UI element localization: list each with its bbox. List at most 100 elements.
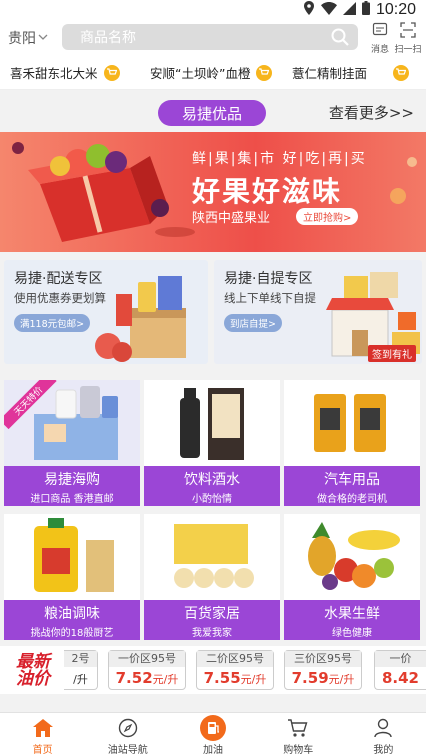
delivery-zone-card[interactable]: 易捷·配送专区 使用优惠券更划算 满118元包邮> <box>4 260 208 364</box>
message-icon <box>366 22 394 42</box>
product-item[interactable]: 薏仁精制挂面 <box>292 63 410 82</box>
tab-station-nav[interactable]: 油站导航 <box>85 713 170 756</box>
zone-tag[interactable]: 满118元包邮> <box>14 314 91 332</box>
tab-label: 加油 <box>203 745 223 756</box>
category-subtitle: 小酌怡情 <box>192 494 232 505</box>
product-name: 薏仁精制挂面 <box>292 66 368 81</box>
category-title: 易捷海购 <box>44 472 100 488</box>
city-selector[interactable]: 贵阳 <box>8 28 60 48</box>
zone-title: 易捷·自提专区 <box>224 271 313 287</box>
signal-icon <box>342 1 356 19</box>
section-header: 易捷优品 查看更多>> <box>0 92 426 132</box>
pickup-zone-card[interactable]: 易捷·自提专区 线上下单线下自提 到店自提> 签到有礼 <box>214 260 422 364</box>
app-header: 贵阳 商品名称 消息 扫一扫 <box>0 20 426 56</box>
product-name: 喜禾甜东北大米 <box>10 66 98 81</box>
tab-label: 购物车 <box>283 745 314 756</box>
tab-home[interactable]: 首页 <box>0 713 85 756</box>
oil-price-header: 2号 <box>64 651 97 667</box>
oil-price-header: 二价区95号 <box>197 651 273 667</box>
message-label: 消息 <box>370 45 389 55</box>
oil-price-value: 8.42 <box>381 669 419 687</box>
oil-price-unit: /升 <box>73 673 88 686</box>
product-strip: 喜禾甜东北大米 安顺“土坝岭”血橙 薏仁精制挂面 <box>0 56 426 90</box>
category-subtitle: 我爱我家 <box>192 628 232 639</box>
delivery-goods-illustration <box>95 276 186 362</box>
motor-oil-illustration <box>314 394 386 452</box>
oil-price-value: 7.55 <box>203 669 241 687</box>
compass-icon <box>85 715 170 741</box>
oil-price-card[interactable]: 三价区95号 7.59元/升 <box>284 650 362 690</box>
liquor-illustration <box>180 388 244 460</box>
category-bar: 百货家居 我爱我家 <box>144 600 280 640</box>
oil-price-unit: 元/升 <box>328 673 355 686</box>
product-item[interactable]: 安顺“土坝岭”血橙 <box>150 63 273 82</box>
oil-logo-line2: 油价 <box>16 669 50 689</box>
oil-price-strip[interactable]: 最新 油价 2号 /升 一价区95号 7.52元/升 二价区95号 7.55元/… <box>0 646 426 694</box>
category-bar: 粮油调味 挑战你的18般厨艺 <box>4 600 140 640</box>
scan-button[interactable]: 扫一扫 <box>394 22 422 55</box>
oil-price-card[interactable]: 2号 /升 <box>64 650 98 690</box>
location-icon <box>303 1 315 19</box>
tab-profile[interactable]: 我的 <box>341 713 426 756</box>
oil-price-value: 7.52 <box>115 669 153 687</box>
oil-price-value: 7.59 <box>291 669 329 687</box>
buy-now-button[interactable]: 立即抢购> <box>296 208 359 225</box>
category-title: 粮油调味 <box>44 606 100 622</box>
tab-label: 首页 <box>32 745 53 756</box>
promo-banner[interactable]: 鲜|果|集|市 好|吃|再|买 好果好滋味 陕西中盛果业 立即抢购> <box>0 132 426 252</box>
home-icon <box>0 715 85 741</box>
banner-tagline: 鲜|果|集|市 好|吃|再|买 <box>192 151 367 167</box>
cart-icon[interactable] <box>103 64 120 81</box>
banner-brand: 陕西中盛果业 <box>192 211 271 226</box>
category-bar: 汽车用品 做合格的老司机 <box>284 466 420 506</box>
oil-price-card[interactable]: 二价区95号 7.55元/升 <box>196 650 274 690</box>
category-bar: 易捷海购 进口商品 香港直邮 <box>4 466 140 506</box>
oil-price-card[interactable]: 一价区95号 7.52元/升 <box>108 650 186 690</box>
scan-icon <box>394 22 422 42</box>
oil-price-unit: 元/升 <box>240 673 267 686</box>
zone-tag[interactable]: 到店自提> <box>224 314 282 332</box>
oil-price-header: 一价 <box>375 651 426 667</box>
cart-icon[interactable] <box>393 64 410 81</box>
category-card-household[interactable]: 百货家居 我爱我家 <box>144 514 280 640</box>
tab-refuel[interactable]: 加油 <box>170 713 255 756</box>
chevron-down-icon <box>38 33 48 44</box>
category-card-fresh-fruit[interactable]: 水果生鲜 绿色健康 <box>284 514 420 640</box>
category-bar: 水果生鲜 绿色健康 <box>284 600 420 640</box>
fuel-icon <box>170 715 255 741</box>
category-card-haigou[interactable]: 天天特价 易捷海购 进口商品 香港直邮 <box>4 380 140 506</box>
zone-row: 易捷·配送专区 使用优惠券更划算 满118元包邮> 易捷·自提专区 线上下单线下… <box>0 252 426 364</box>
search-input[interactable]: 商品名称 <box>62 24 358 50</box>
oil-price-logo: 最新 油价 <box>16 654 50 688</box>
category-subtitle: 进口商品 香港直邮 <box>30 494 114 505</box>
section-title: 易捷优品 <box>158 100 266 126</box>
oil-price-card[interactable]: 一价 8.42 <box>374 650 426 690</box>
oil-price-header: 一价区95号 <box>109 651 185 667</box>
cart-icon[interactable] <box>256 64 273 81</box>
category-subtitle: 挑战你的18般厨艺 <box>30 628 114 639</box>
wifi-icon <box>320 1 337 19</box>
bottom-tab-bar: 首页 油站导航 加油 购物车 我的 <box>0 712 426 756</box>
category-card-grain-oil[interactable]: 粮油调味 挑战你的18般厨艺 <box>4 514 140 640</box>
zone-title: 易捷·配送专区 <box>14 271 103 287</box>
see-more-link[interactable]: 查看更多>> <box>329 102 414 123</box>
category-bar: 饮料酒水 小酌怡情 <box>144 466 280 506</box>
search-icon[interactable] <box>330 27 350 47</box>
category-subtitle: 绿色健康 <box>332 628 372 639</box>
product-item[interactable]: 喜禾甜东北大米 <box>10 63 120 82</box>
city-label: 贵阳 <box>8 31 36 47</box>
category-title: 汽车用品 <box>324 472 380 488</box>
category-card-drinks[interactable]: 饮料酒水 小酌怡情 <box>144 380 280 506</box>
scan-label: 扫一扫 <box>394 45 422 55</box>
tab-cart[interactable]: 购物车 <box>256 713 341 756</box>
message-button[interactable]: 消息 <box>366 22 394 55</box>
category-card-auto[interactable]: 汽车用品 做合格的老司机 <box>284 380 420 506</box>
battery-icon <box>361 1 370 19</box>
oil-price-unit: 元/升 <box>152 673 179 686</box>
category-title: 百货家居 <box>184 606 240 622</box>
checkin-badge[interactable]: 签到有礼 <box>368 345 416 362</box>
category-subtitle: 做合格的老司机 <box>317 494 387 505</box>
oil-price-header: 三价区95号 <box>285 651 361 667</box>
tab-label: 油站导航 <box>107 745 148 756</box>
tab-label: 我的 <box>373 745 394 756</box>
